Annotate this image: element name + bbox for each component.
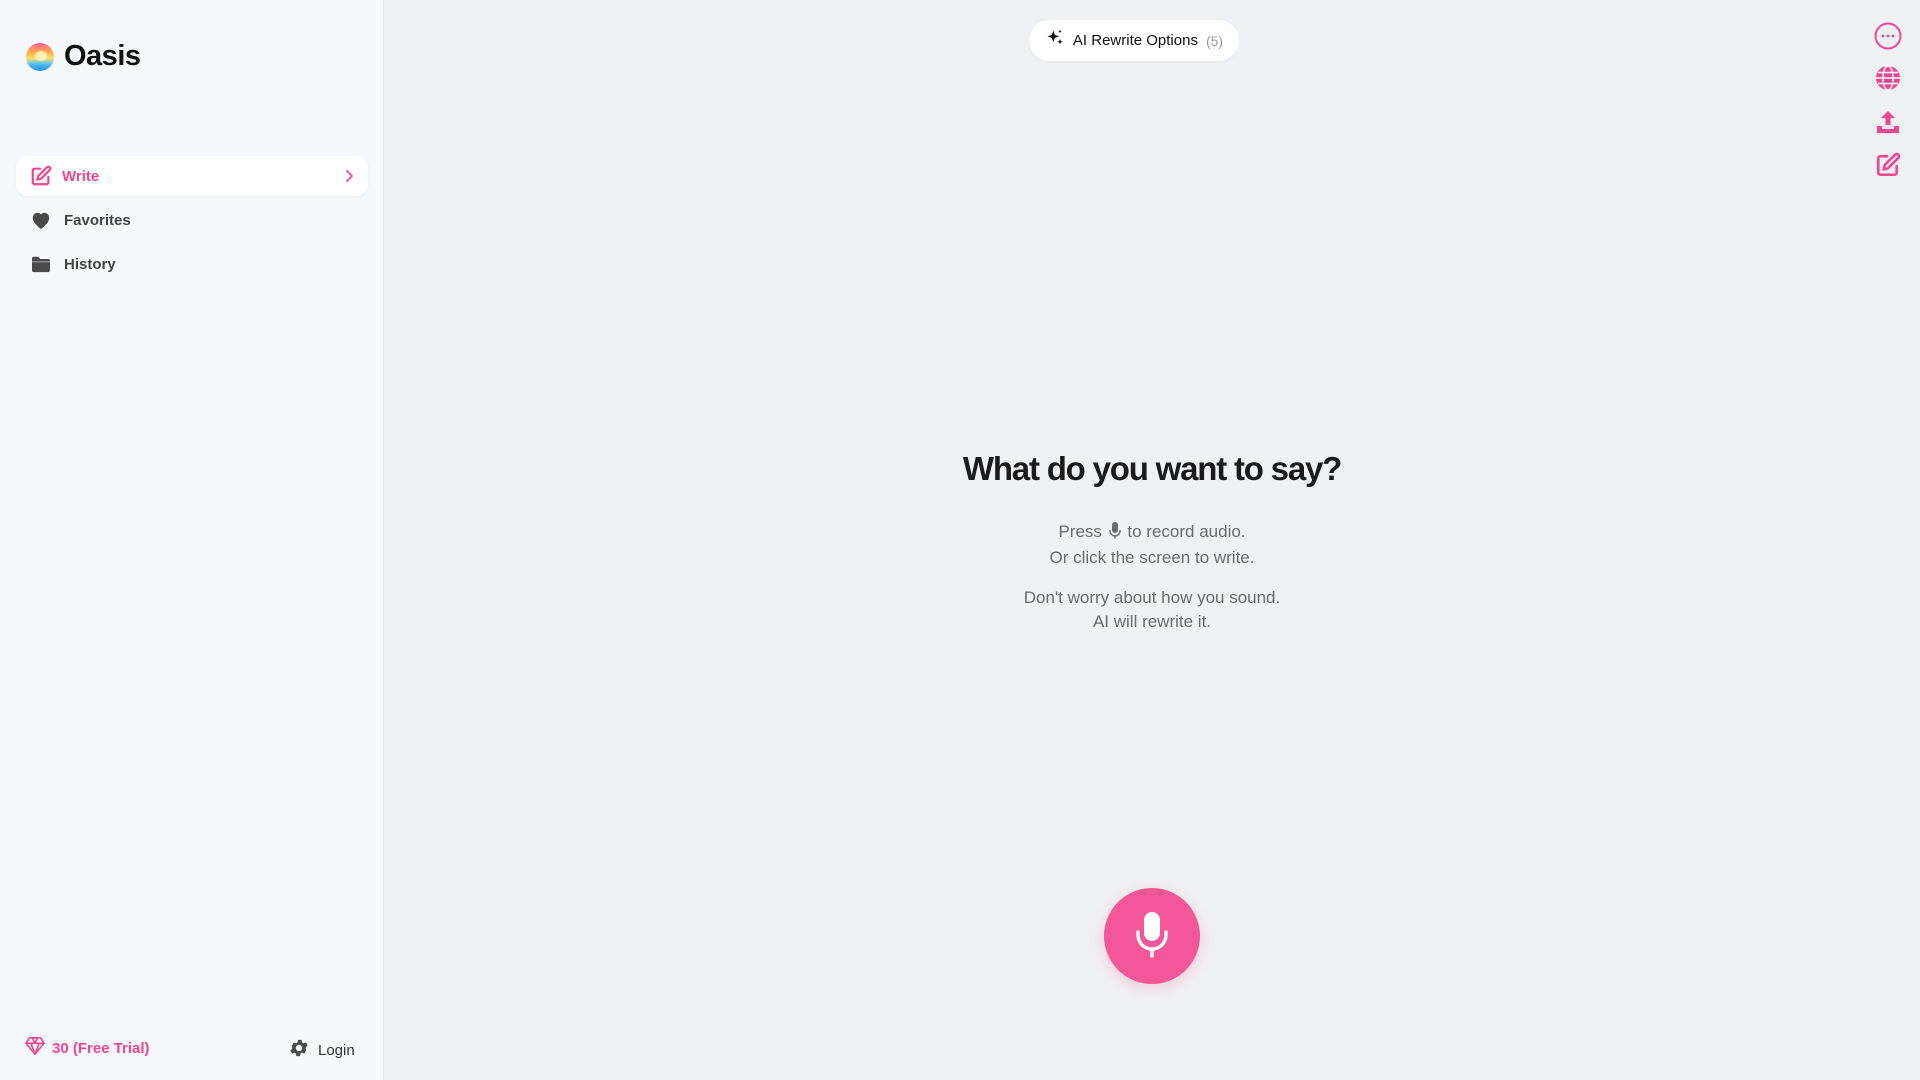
brand[interactable]: Oasis — [26, 40, 141, 73]
sidebar-item-write[interactable]: Write — [16, 156, 368, 196]
more-options-button[interactable] — [1874, 22, 1902, 55]
new-note-button[interactable] — [1874, 152, 1902, 183]
heart-icon — [30, 209, 52, 231]
upload-icon — [1875, 109, 1901, 140]
app-name: Oasis — [64, 40, 141, 72]
mic-inline-icon — [1108, 522, 1121, 546]
oasis-logo-icon — [26, 42, 54, 71]
rewrite-hint-line-2: AI will rewrite it. — [1092, 612, 1212, 631]
sidebar-item-label: History — [64, 255, 116, 273]
login-button[interactable]: Login — [288, 1037, 355, 1064]
sidebar-item-label: Favorites — [64, 211, 131, 229]
record-hint-line: Press to record audio. — [384, 520, 1920, 546]
pencil-square-icon — [30, 165, 52, 187]
microphone-icon — [1135, 910, 1169, 963]
sparkles-icon — [1045, 28, 1065, 53]
gear-icon — [288, 1037, 310, 1064]
record-audio-button[interactable] — [1104, 888, 1200, 984]
credits-badge[interactable]: 30 (Free Trial) — [24, 1036, 150, 1061]
write-hint-line: Or click the screen to write. — [1049, 548, 1255, 567]
record-hint-post: to record audio. — [1127, 522, 1246, 541]
more-icon — [1874, 22, 1902, 55]
export-button[interactable] — [1874, 110, 1902, 138]
folder-icon — [30, 253, 52, 275]
credits-text: 30 (Free Trial) — [52, 1040, 150, 1057]
sidebar-item-history[interactable]: History — [16, 244, 368, 284]
gem-icon — [24, 1036, 46, 1061]
ai-rewrite-count: (5) — [1205, 32, 1224, 49]
language-button[interactable] — [1874, 64, 1902, 96]
chevron-right-icon — [344, 169, 354, 183]
login-label: Login — [318, 1042, 355, 1059]
new-note-icon — [1875, 152, 1901, 183]
record-hint: Press to record audio. Or click the scre… — [384, 520, 1920, 570]
record-hint-pre: Press — [1058, 522, 1102, 541]
page-title: What do you want to say? — [962, 450, 1342, 487]
rewrite-hint: Don't worry about how you sound. AI will… — [384, 586, 1920, 634]
ai-rewrite-options-button[interactable]: AI Rewrite Options (5) — [1029, 20, 1239, 61]
ai-rewrite-label: AI Rewrite Options — [1072, 32, 1198, 49]
sidebar-nav: Write Favorites History — [16, 156, 368, 288]
globe-icon — [1875, 64, 1901, 96]
sidebar: Oasis Write Favorites History 30 (Free T… — [0, 0, 384, 1080]
sidebar-item-favorites[interactable]: Favorites — [16, 200, 368, 240]
main-prompt[interactable]: What do you want to say? Press to record… — [384, 450, 1920, 634]
sidebar-item-label: Write — [62, 167, 100, 185]
rewrite-hint-line-1: Don't worry about how you sound. — [1023, 588, 1281, 607]
